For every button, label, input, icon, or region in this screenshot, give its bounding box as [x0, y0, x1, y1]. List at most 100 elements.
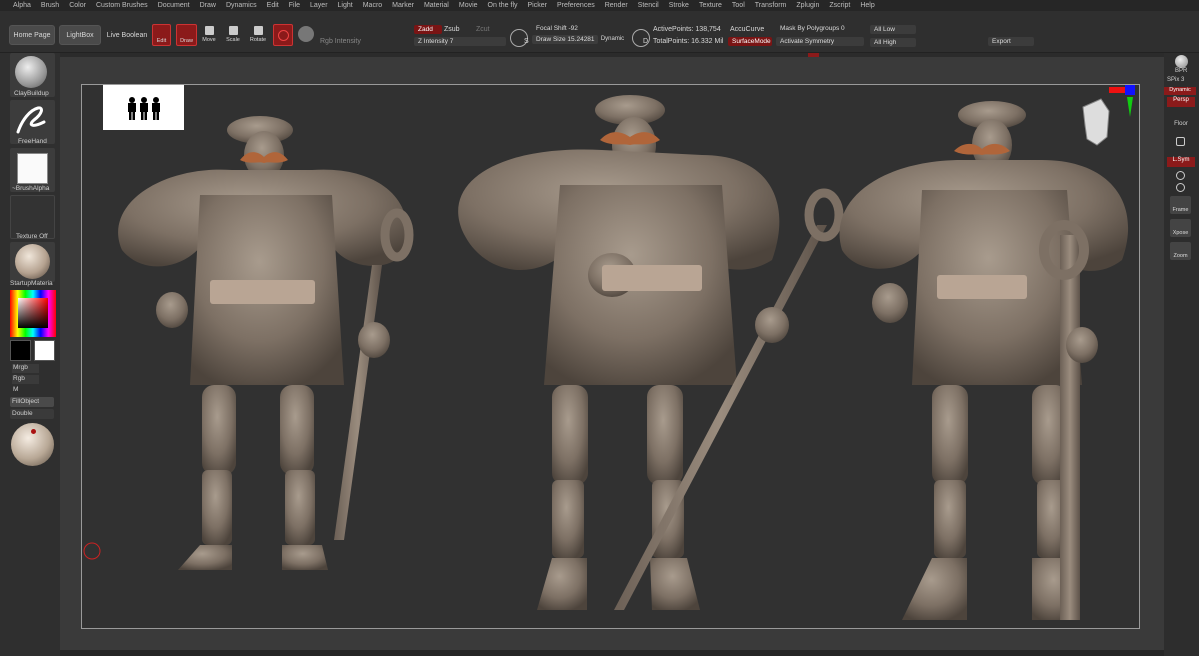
draw-button[interactable]: Draw: [176, 24, 197, 46]
scale-button[interactable]: Scale: [224, 25, 242, 47]
document-viewport[interactable]: [60, 53, 1164, 650]
spix-slider[interactable]: SPix 3: [1167, 77, 1184, 83]
menu-item-draw[interactable]: Draw: [195, 0, 221, 11]
dynamic-toggle-right[interactable]: Dynamic: [1164, 87, 1196, 95]
orientation-gizmo[interactable]: [1075, 85, 1137, 165]
menu-item-file[interactable]: File: [284, 0, 305, 11]
all-low-button[interactable]: All Low: [870, 25, 916, 34]
home-page-button[interactable]: Home Page: [9, 25, 55, 45]
rotate-axis-icon[interactable]: [1176, 171, 1185, 180]
menu-item-marker[interactable]: Marker: [387, 0, 419, 11]
menu-item-alpha[interactable]: Alpha: [8, 0, 36, 11]
clay-brush-icon: [15, 56, 47, 88]
menu-item-color[interactable]: Color: [64, 0, 91, 11]
menu-item-stencil[interactable]: Stencil: [633, 0, 664, 11]
accucurve-button[interactable]: AccuCurve: [730, 26, 764, 33]
figure-front-view: [118, 116, 414, 570]
menu-item-custom-brushes[interactable]: Custom Brushes: [91, 0, 153, 11]
rgb-toggle[interactable]: Rgb: [12, 375, 39, 384]
dynamic-toggle[interactable]: Dynamic: [599, 36, 626, 42]
menu-item-tool[interactable]: Tool: [727, 0, 750, 11]
edit-button[interactable]: Edit: [152, 24, 171, 46]
menu-item-material[interactable]: Material: [419, 0, 454, 11]
material-label: StartupMateria: [10, 280, 53, 287]
menu-item-zplugin[interactable]: Zplugin: [791, 0, 824, 11]
draw-size-slider[interactable]: Draw Size 15.24281: [532, 35, 598, 44]
zcut-button[interactable]: Zcut: [476, 26, 496, 33]
brush-label: ClayBuildup: [14, 90, 49, 97]
menu-bar: Alpha Brush Color Custom Brushes Document Dra…: [0, 0, 1199, 11]
color-picker[interactable]: [10, 290, 56, 337]
brush-cursor-icon: [83, 542, 101, 560]
menu-item-light[interactable]: Light: [333, 0, 358, 11]
menu-item-texture[interactable]: Texture: [694, 0, 727, 11]
menu-item-render[interactable]: Render: [600, 0, 633, 11]
lock-icon[interactable]: [1176, 137, 1185, 146]
local-symmetry-button[interactable]: L.Sym: [1167, 157, 1195, 167]
surface-mode-button[interactable]: SurfaceMode: [728, 37, 772, 46]
zoom-button[interactable]: Zoom: [1170, 242, 1191, 260]
menu-item-preferences[interactable]: Preferences: [552, 0, 600, 11]
menu-item-brush[interactable]: Brush: [36, 0, 64, 11]
double-toggle[interactable]: Double: [10, 409, 54, 419]
menu-item-dynamics[interactable]: Dynamics: [221, 0, 262, 11]
menu-item-zscript[interactable]: Zscript: [824, 0, 855, 11]
primary-color-swatch[interactable]: [10, 340, 31, 361]
export-button[interactable]: Export: [988, 37, 1034, 46]
live-boolean-button[interactable]: Live Boolean: [105, 32, 149, 39]
frame-button[interactable]: Frame: [1170, 196, 1191, 214]
focal-shift-slider[interactable]: Focal Shift -92: [532, 24, 626, 33]
floor-button[interactable]: Floor: [1167, 121, 1195, 127]
top-toolbar: Home Page LightBox Live Boolean Edit Dra…: [0, 11, 1199, 53]
material-preview-sphere[interactable]: [11, 423, 54, 466]
persp-button[interactable]: Persp: [1167, 97, 1195, 107]
menu-item-picker[interactable]: Picker: [523, 0, 552, 11]
menu-item-edit[interactable]: Edit: [262, 0, 284, 11]
color-picker-square[interactable]: [18, 298, 48, 328]
m-toggle[interactable]: M: [12, 386, 39, 395]
xpose-button[interactable]: Xpose: [1170, 219, 1191, 237]
rotate-button[interactable]: Rotate: [248, 25, 268, 47]
activate-symmetry-button[interactable]: Activate Symmetry: [776, 37, 864, 46]
secondary-color-swatch[interactable]: [34, 340, 55, 361]
z-intensity-slider[interactable]: Z Intensity 7: [414, 37, 506, 46]
stroke-label: FreeHand: [18, 138, 47, 145]
menu-item-stroke[interactable]: Stroke: [664, 0, 694, 11]
zbrush-window: Alpha Brush Color Custom Brushes Document Dra…: [0, 0, 1199, 656]
menu-item-document[interactable]: Document: [153, 0, 195, 11]
rotate-label: Rotate: [249, 37, 267, 43]
move-button[interactable]: Move: [200, 25, 218, 47]
menu-item-transform[interactable]: Transform: [750, 0, 792, 11]
scale-label: Scale: [226, 37, 240, 43]
all-high-button[interactable]: All High: [870, 38, 916, 47]
d-symbol: D: [632, 29, 650, 47]
mrgb-color-button[interactable]: [273, 24, 293, 46]
active-points: ActivePoints: 138,754: [653, 26, 721, 33]
head-gizmo-icon: [1082, 85, 1135, 146]
lock-rotate-icon[interactable]: [1176, 183, 1185, 192]
mrgb-toggle[interactable]: Mrgb: [12, 364, 39, 373]
material-button[interactable]: [10, 242, 55, 282]
viewport-top-strip: [60, 53, 1164, 57]
scale-icon: [229, 26, 238, 35]
menu-item-help[interactable]: Help: [855, 0, 879, 11]
zsub-button[interactable]: Zsub: [444, 26, 464, 33]
menu-item-on-the-fly[interactable]: On the fly: [483, 0, 523, 11]
fill-object-button[interactable]: FillObject: [10, 397, 54, 407]
menu-item-macro[interactable]: Macro: [358, 0, 387, 11]
menu-item-movie[interactable]: Movie: [454, 0, 483, 11]
zsphere-icon[interactable]: [298, 26, 314, 42]
d-label: D: [643, 38, 649, 45]
alpha-swatch-icon: [17, 153, 48, 184]
menu-item-layer[interactable]: Layer: [305, 0, 333, 11]
s-symbol: S: [510, 29, 529, 47]
alpha-label: ~BrushAlpha: [12, 185, 50, 192]
figure-side-view: [839, 101, 1129, 620]
lightbox-button[interactable]: LightBox: [59, 25, 101, 45]
bpr-button[interactable]: BPR: [1168, 53, 1194, 75]
rgb-intensity-slider[interactable]: Rgb Intensity: [320, 38, 410, 45]
zadd-button[interactable]: Zadd: [414, 25, 442, 34]
sculpt-model[interactable]: [82, 85, 1141, 630]
mask-by-polygroups-slider[interactable]: Mask By Polygroups 0: [776, 24, 864, 33]
canvas[interactable]: [81, 84, 1140, 629]
